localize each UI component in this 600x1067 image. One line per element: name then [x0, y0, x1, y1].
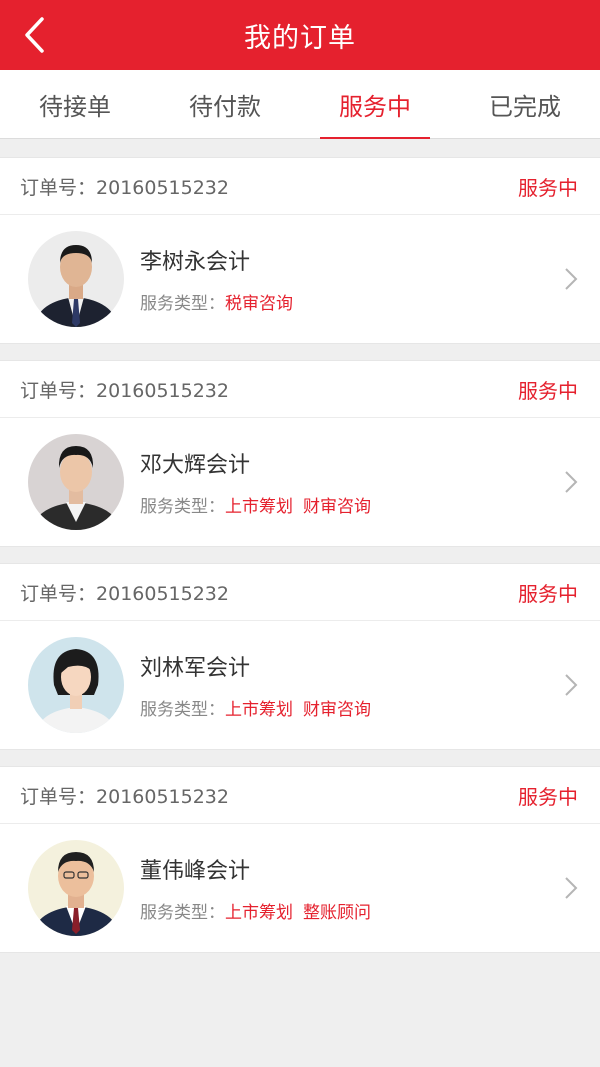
tab-completed[interactable]: 已完成: [450, 70, 600, 138]
order-header: 订单号：20160515232 服务中: [0, 564, 600, 621]
order-header: 订单号：20160515232 服务中: [0, 361, 600, 418]
order-card: 订单号：20160515232 服务中 刘林军会计 服务类型：上市筹划 财审咨询: [0, 563, 600, 750]
top-nav-bar: 我的订单: [0, 0, 600, 70]
accountant-name: 邓大辉会计: [140, 453, 251, 478]
order-status: 服务中: [518, 378, 578, 403]
order-list: 订单号：20160515232 服务中 李树永会计 服务类型：税审咨询 订单号：…: [0, 139, 600, 953]
service-tag: 税审咨询: [225, 294, 293, 314]
order-number: 订单号：20160515232: [20, 785, 229, 808]
chevron-right-icon: [565, 877, 578, 899]
order-number: 订单号：20160515232: [20, 379, 229, 402]
accountant-row[interactable]: 刘林军会计 服务类型：上市筹划 财审咨询: [0, 621, 600, 749]
accountant-name: 董伟峰会计: [140, 859, 251, 884]
service-types: 服务类型：上市筹划 财审咨询: [140, 700, 371, 720]
service-types: 服务类型：税审咨询: [140, 294, 293, 314]
order-card: 订单号：20160515232 服务中 李树永会计 服务类型：税审咨询: [0, 157, 600, 344]
accountant-row[interactable]: 董伟峰会计 服务类型：上市筹划 整账顾问: [0, 824, 600, 952]
order-card: 订单号：20160515232 服务中 邓大辉会计 服务类型：上市筹划 财审咨询: [0, 360, 600, 547]
avatar: [28, 637, 124, 733]
page-title: 我的订单: [244, 22, 356, 54]
chevron-right-icon: [565, 471, 578, 493]
avatar: [28, 840, 124, 936]
order-card: 订单号：20160515232 服务中 董伟峰会计 服务类型：上市筹划 整账顾问: [0, 766, 600, 953]
order-status-tabs: 待接单 待付款 服务中 已完成: [0, 70, 600, 139]
service-tag: 上市筹划: [225, 903, 293, 923]
chevron-right-icon: [565, 268, 578, 290]
service-tag: 上市筹划: [225, 700, 293, 720]
service-tag: 上市筹划: [225, 497, 293, 517]
tab-pending-payment[interactable]: 待付款: [150, 70, 300, 138]
avatar: [28, 434, 124, 530]
service-types: 服务类型：上市筹划 整账顾问: [140, 903, 371, 923]
tab-in-service[interactable]: 服务中: [300, 70, 450, 139]
accountant-row[interactable]: 李树永会计 服务类型：税审咨询: [0, 215, 600, 343]
chevron-left-icon: [25, 17, 44, 53]
service-types: 服务类型：上市筹划 财审咨询: [140, 497, 371, 517]
order-status: 服务中: [518, 784, 578, 809]
order-status: 服务中: [518, 175, 578, 200]
avatar: [28, 231, 124, 327]
accountant-name: 李树永会计: [140, 250, 251, 275]
tab-pending-accept[interactable]: 待接单: [0, 70, 150, 138]
service-tag: 财审咨询: [303, 497, 371, 517]
order-number: 订单号：20160515232: [20, 176, 229, 199]
order-header: 订单号：20160515232 服务中: [0, 767, 600, 824]
service-tag: 财审咨询: [303, 700, 371, 720]
back-button[interactable]: [14, 12, 54, 58]
service-tag: 整账顾问: [303, 903, 371, 923]
order-number: 订单号：20160515232: [20, 582, 229, 605]
order-header: 订单号：20160515232 服务中: [0, 158, 600, 215]
order-status: 服务中: [518, 581, 578, 606]
accountant-name: 刘林军会计: [140, 656, 251, 681]
chevron-right-icon: [565, 674, 578, 696]
accountant-row[interactable]: 邓大辉会计 服务类型：上市筹划 财审咨询: [0, 418, 600, 546]
